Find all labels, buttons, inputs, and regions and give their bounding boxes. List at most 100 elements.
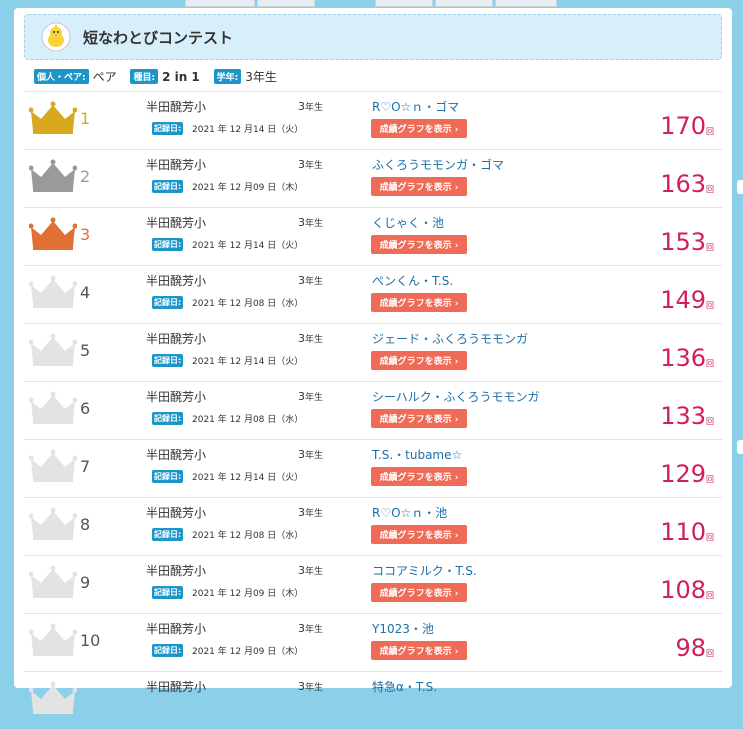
top-tab[interactable] bbox=[185, 0, 255, 7]
rank-number: 10 bbox=[80, 631, 101, 650]
show-graph-button[interactable]: 成績グラフを表示 › bbox=[371, 583, 467, 602]
score: 170回 bbox=[660, 112, 714, 140]
grade: 3年生 bbox=[298, 332, 323, 345]
grade-suffix: 年生 bbox=[305, 509, 324, 519]
show-graph-button[interactable]: 成績グラフを表示 › bbox=[371, 351, 467, 370]
ranking-row: 2 半田醗芳小 記録日: 2021 年 12 月09 日（木） 3年生 ふくろうモモンガ・… bbox=[24, 149, 722, 207]
score-unit: 回 bbox=[706, 649, 714, 658]
score-value: 149 bbox=[660, 286, 706, 314]
score-unit: 回 bbox=[706, 591, 714, 600]
score: 108回 bbox=[660, 576, 714, 604]
crown-icon bbox=[29, 101, 77, 134]
filter-label: 個人・ペア: bbox=[34, 69, 89, 84]
top-tab[interactable] bbox=[257, 0, 315, 7]
crown-icon bbox=[29, 681, 77, 714]
date-badge: 記録日: bbox=[152, 238, 184, 251]
grade: 3年生 bbox=[298, 564, 323, 577]
crown-icon bbox=[29, 449, 77, 482]
grade: 3年生 bbox=[298, 680, 323, 693]
scroll-nub bbox=[737, 180, 743, 194]
score: 153回 bbox=[660, 228, 714, 256]
score-unit: 回 bbox=[706, 533, 714, 542]
team-name-link[interactable]: ジェード・ふくろうモモンガ bbox=[372, 330, 528, 347]
top-tab[interactable] bbox=[495, 0, 557, 7]
filter-value: 2 in 1 bbox=[162, 69, 200, 84]
chick-icon bbox=[41, 22, 71, 52]
score: 98回 bbox=[675, 634, 714, 662]
ranking-row: 3 半田醗芳小 記録日: 2021 年 12 月14 日（火） 3年生 くじゃく・池 成績グ… bbox=[24, 207, 722, 265]
team-name-link[interactable]: Y1023・池 bbox=[372, 620, 434, 637]
team-name-link[interactable]: くじゃく・池 bbox=[372, 214, 444, 231]
date-badge: 記録日: bbox=[152, 354, 184, 367]
crown-icon bbox=[29, 159, 77, 192]
rank-number: 8 bbox=[80, 515, 91, 534]
team-name-link[interactable]: R♡O☆ｎ・ゴマ bbox=[372, 98, 459, 115]
record-date: 2021 年 12 月09 日（木） bbox=[192, 183, 304, 193]
filter-value: ペア bbox=[92, 70, 117, 84]
show-graph-button[interactable]: 成績グラフを表示 › bbox=[371, 119, 467, 138]
grade-suffix: 年生 bbox=[305, 335, 324, 345]
score-unit: 回 bbox=[706, 185, 714, 194]
crown-icon bbox=[29, 391, 77, 424]
score-value: 163 bbox=[660, 170, 706, 198]
rank-number: 2 bbox=[80, 167, 91, 186]
score-value: 153 bbox=[660, 228, 706, 256]
top-tab[interactable] bbox=[435, 0, 493, 7]
grade-suffix: 年生 bbox=[305, 683, 324, 693]
school-name: 半田醗芳小 bbox=[146, 506, 207, 520]
date-badge: 記録日: bbox=[152, 180, 184, 193]
date-badge: 記録日: bbox=[152, 528, 184, 541]
ranking-row: 6 半田醗芳小 記録日: 2021 年 12 月08 日（水） 3年生 シーハルク・ふくろ… bbox=[24, 381, 722, 439]
show-graph-button[interactable]: 成績グラフを表示 › bbox=[371, 525, 467, 544]
show-graph-button[interactable]: 成績グラフを表示 › bbox=[371, 641, 467, 660]
team-name-link[interactable]: R♡O☆ｎ・池 bbox=[372, 504, 447, 521]
school-name: 半田醗芳小 bbox=[146, 564, 207, 578]
grade: 3年生 bbox=[298, 622, 323, 635]
ranking-row: 7 半田醗芳小 記録日: 2021 年 12 月14 日（火） 3年生 T.S.・tuba… bbox=[24, 439, 722, 497]
crown-icon bbox=[29, 275, 77, 308]
team-name-link[interactable]: ココアミルク・T.S. bbox=[372, 562, 477, 579]
team-name-link[interactable]: 特急α・T.S. bbox=[372, 678, 437, 695]
show-graph-button[interactable]: 成績グラフを表示 › bbox=[371, 467, 467, 486]
school-name: 半田醗芳小 bbox=[146, 622, 207, 636]
score-value: 110 bbox=[660, 518, 706, 546]
top-tab[interactable] bbox=[375, 0, 433, 7]
school-name: 半田醗芳小 bbox=[146, 100, 207, 114]
show-graph-button[interactable]: 成績グラフを表示 › bbox=[371, 177, 467, 196]
rank-number: 3 bbox=[80, 225, 91, 244]
score-unit: 回 bbox=[706, 127, 714, 136]
record-date: 2021 年 12 月14 日（火） bbox=[192, 125, 304, 135]
grade-suffix: 年生 bbox=[305, 161, 324, 171]
grade-suffix: 年生 bbox=[305, 625, 324, 635]
score-unit: 回 bbox=[706, 301, 714, 310]
school-name: 半田醗芳小 bbox=[146, 448, 207, 462]
school-name: 半田醗芳小 bbox=[146, 390, 207, 404]
date-badge: 記録日: bbox=[152, 296, 184, 309]
ranking-row: 8 半田醗芳小 記録日: 2021 年 12 月08 日（水） 3年生 R♡O☆ｎ・池 成績… bbox=[24, 497, 722, 555]
crown-icon bbox=[29, 217, 77, 250]
score: 136回 bbox=[660, 344, 714, 372]
team-name-link[interactable]: シーハルク・ふくろうモモンガ bbox=[372, 388, 540, 405]
show-graph-button[interactable]: 成績グラフを表示 › bbox=[371, 409, 467, 428]
score-value: 170 bbox=[660, 112, 706, 140]
grade-number: 3 bbox=[298, 332, 305, 345]
grade-suffix: 年生 bbox=[305, 277, 324, 287]
score: 129回 bbox=[660, 460, 714, 488]
show-graph-button[interactable]: 成績グラフを表示 › bbox=[371, 235, 467, 254]
score-value: 108 bbox=[660, 576, 706, 604]
team-name-link[interactable]: T.S.・tubame☆ bbox=[372, 446, 462, 463]
grade: 3年生 bbox=[298, 448, 323, 461]
ranking-row: 半田醗芳小 3年生 特急α・T.S. bbox=[24, 671, 722, 729]
team-name-link[interactable]: ふくろうモモンガ・ゴマ bbox=[372, 156, 504, 173]
crown-icon bbox=[29, 623, 77, 656]
school-name: 半田醗芳小 bbox=[146, 332, 207, 346]
record-date: 2021 年 12 月09 日（木） bbox=[192, 589, 304, 599]
school-name: 半田醗芳小 bbox=[146, 216, 207, 230]
grade: 3年生 bbox=[298, 506, 323, 519]
score-value: 133 bbox=[660, 402, 706, 430]
show-graph-button[interactable]: 成績グラフを表示 › bbox=[371, 293, 467, 312]
team-name-link[interactable]: ぺンくん・T.S. bbox=[372, 272, 453, 289]
rank-number: 6 bbox=[80, 399, 91, 418]
score-value: 136 bbox=[660, 344, 706, 372]
crown-icon bbox=[29, 333, 77, 366]
